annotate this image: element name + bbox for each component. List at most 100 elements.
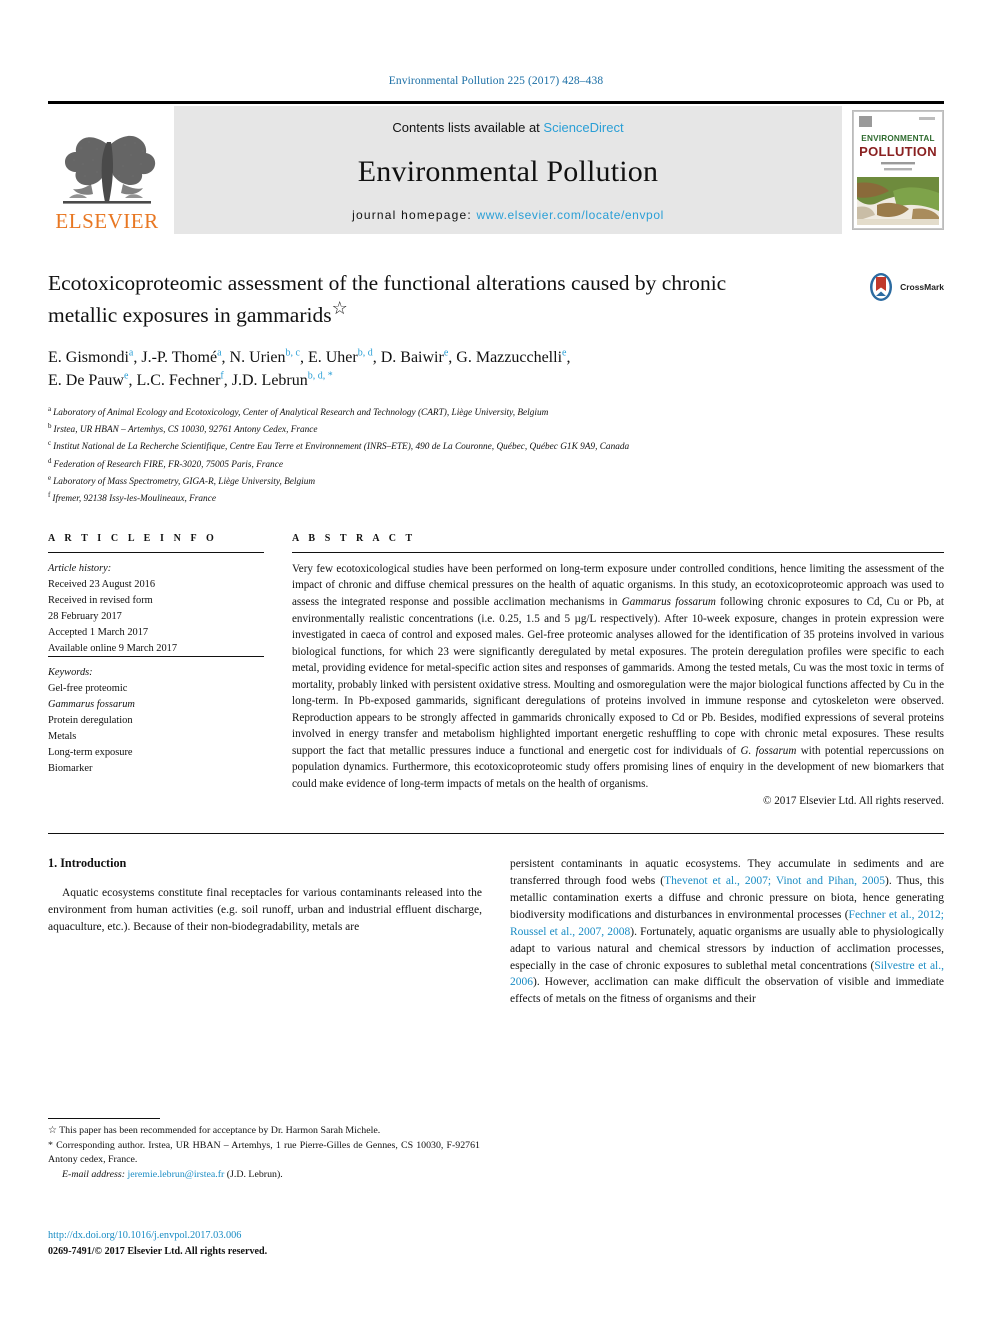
affiliation-item: a Laboratory of Animal Ecology and Ecotox… [48,404,944,421]
species-name-2: G. fossarum [740,744,797,757]
keyword-item: Gammarus fossarum [48,699,135,711]
affiliation-text: Federation of Research FIRE, FR-3020, 75… [53,459,283,470]
running-head: Environmental Pollution 225 (2017) 428–4… [388,75,604,87]
abstract-part-2: following chronic exposures to Cd, Cu or… [292,596,944,757]
abstract-column: A B S T R A C T Very few ecotoxicologica… [292,533,944,807]
crossmark-badge[interactable]: CrossMark [866,272,944,302]
journal-cover-artwork: ENVIRONMENTAL POLLUTION [853,111,943,229]
author-affil-mark[interactable]: e [124,371,128,382]
contents-available-line: Contents lists available at ScienceDirec… [392,120,623,135]
affiliation-text: Laboratory of Animal Ecology and Ecotoxi… [53,408,549,419]
affiliation-mark: a [48,405,52,414]
footnote-star-mark: ☆ [48,1125,57,1136]
author-affil-mark[interactable]: e [562,347,566,358]
keyword-item: Gel-free proteomic [48,683,128,695]
keyword-item: Biomarker [48,762,93,774]
footnote-corr-text: Corresponding author. Irstea, UR HBAN – … [48,1140,480,1166]
affiliation-text: Ifremer, 92138 Issy-les-Moulineaux, Fran… [52,493,216,504]
article-page: Environmental Pollution 225 (2017) 428–4… [0,0,992,1323]
citation-link[interactable]: Thevenot et al., 2007; Vinot and Pihan, … [664,875,885,887]
info-abstract-row: A R T I C L E I N F O Article history: R… [48,533,944,807]
affiliation-text: Irstea, UR HBAN – Artemhys, CS 10030, 92… [53,425,318,436]
elsevier-tree-icon [63,135,156,204]
keyword-item: Protein deregulation [48,715,133,727]
abstract-text: Very few ecotoxicological studies have b… [292,561,944,792]
author-affil-mark[interactable]: b, d, * [308,371,333,382]
svg-text:ENVIRONMENTAL: ENVIRONMENTAL [861,134,934,143]
keywords-label: Keywords: [48,667,93,679]
email-address-label: E-mail address: [62,1169,125,1181]
journal-band: Contents lists available at ScienceDirec… [174,106,842,234]
sciencedirect-link[interactable]: ScienceDirect [543,120,623,135]
affiliation-text: Laboratory of Mass Spectrometry, GIGA-R,… [53,476,316,487]
affiliation-mark: f [48,490,51,499]
affiliation-item: b Irstea, UR HBAN – Artemhys, CS 10030, 9… [48,421,944,438]
article-info-heading: A R T I C L E I N F O [48,532,218,544]
text-run: ). However, acclimation can make difficu… [510,976,944,1006]
abstract-heading: A B S T R A C T [292,532,416,544]
issn-copyright-line: 0269-7491/© 2017 Elsevier Ltd. All right… [48,1245,268,1257]
email-link[interactable]: jeremie.lebrun@irstea.fr [127,1169,224,1180]
footnote-rule [48,1118,160,1119]
article-title-text: Ecotoxicoproteomic assessment of the fun… [48,271,727,328]
masthead: ELSEVIER Contents lists available at Sci… [48,106,944,234]
history-item: Received 23 August 2016 [48,578,156,590]
body-column-right: persistent contaminants in aquatic ecosy… [510,856,944,1008]
intro-paragraph-left: Aquatic ecosystems constitute final rece… [48,887,482,933]
affiliation-item: e Laboratory of Mass Spectrometry, GIGA-R… [48,473,944,490]
author-name: D. Baiwir [380,348,444,366]
masthead-top-rule [48,101,944,104]
history-item: Available online 9 March 2017 [48,642,178,654]
journal-cover-thumbnail[interactable]: ENVIRONMENTAL POLLUTION [852,110,944,230]
author-name: E. De Pauw [48,371,124,389]
author-name: J.-P. Thomé [141,348,218,366]
doi-link[interactable]: http://dx.doi.org/10.1016/j.envpol.2017.… [48,1228,488,1244]
footnote-corresponding-author: * Corresponding author. Irstea, UR HBAN … [48,1139,480,1167]
abstract-copyright: © 2017 Elsevier Ltd. All rights reserved… [763,795,944,808]
article-info-rule [48,551,264,553]
article-history-label: Article history: [48,562,112,574]
email-owner: (J.D. Lebrun). [226,1169,283,1181]
author-name: E. Gismondi [48,348,129,366]
homepage-url-link[interactable]: www.elsevier.com/locate/envpol [476,208,663,222]
affiliation-mark: e [48,473,52,482]
contents-prefix: Contents lists available at [392,120,544,135]
affiliation-mark: d [48,456,52,465]
elsevier-logo[interactable]: ELSEVIER [48,106,166,234]
elsevier-wordmark: ELSEVIER [55,209,159,233]
doi-block: http://dx.doi.org/10.1016/j.envpol.2017.… [48,1228,488,1260]
author-affil-mark[interactable]: e [444,347,448,358]
history-item: Received in revised form [48,594,153,606]
author-name: G. Mazzucchelli [456,348,563,366]
page-title: Ecotoxicoproteomic assessment of the fun… [48,270,748,330]
affiliation-list: a Laboratory of Animal Ecology and Ecotox… [48,404,944,507]
author-affil-mark[interactable]: f [220,371,223,382]
body-columns: 1. Introduction Aquatic ecosystems const… [48,856,944,1008]
section-heading-introduction: 1. Introduction [48,856,127,871]
affiliation-mark: c [48,439,52,448]
title-footnote-mark: ☆ [331,298,348,319]
crossmark-label: CrossMark [900,282,944,292]
svg-text:POLLUTION: POLLUTION [859,144,937,159]
affiliation-item: d Federation of Research FIRE, FR-3020, 7… [48,456,944,473]
intro-paragraph-right: persistent contaminants in aquatic ecosy… [510,856,944,1008]
keywords-block: Keywords: Gel-free proteomic Gammarus fo… [48,665,264,776]
author-affil-mark[interactable]: a [129,347,133,358]
history-item: 28 February 2017 [48,610,122,622]
affiliation-item: c Institut National de La Recherche Scien… [48,438,944,455]
history-item: Accepted 1 March 2017 [48,626,149,638]
journal-homepage-line: journal homepage: www.elsevier.com/locat… [352,208,664,222]
author-name: L.C. Fechner [136,371,221,389]
footnote-star-text: This paper has been recommended for acce… [56,1125,381,1136]
journal-title: Environmental Pollution [357,154,659,188]
footnotes-block: ☆ This paper has been recommended for ac… [48,1118,480,1183]
masthead-container: ELSEVIER Contents lists available at Sci… [48,101,944,234]
author-affil-mark[interactable]: a [217,347,221,358]
body-column-left: 1. Introduction Aquatic ecosystems const… [48,856,482,1008]
body-separator-rule [48,833,944,835]
author-affil-mark[interactable]: b, d [358,347,373,358]
author-affil-mark[interactable]: b, c [286,347,300,358]
article-info-column: A R T I C L E I N F O Article history: R… [48,533,264,807]
homepage-prefix: journal homepage: [352,208,477,222]
keyword-item: Metals [48,731,77,743]
